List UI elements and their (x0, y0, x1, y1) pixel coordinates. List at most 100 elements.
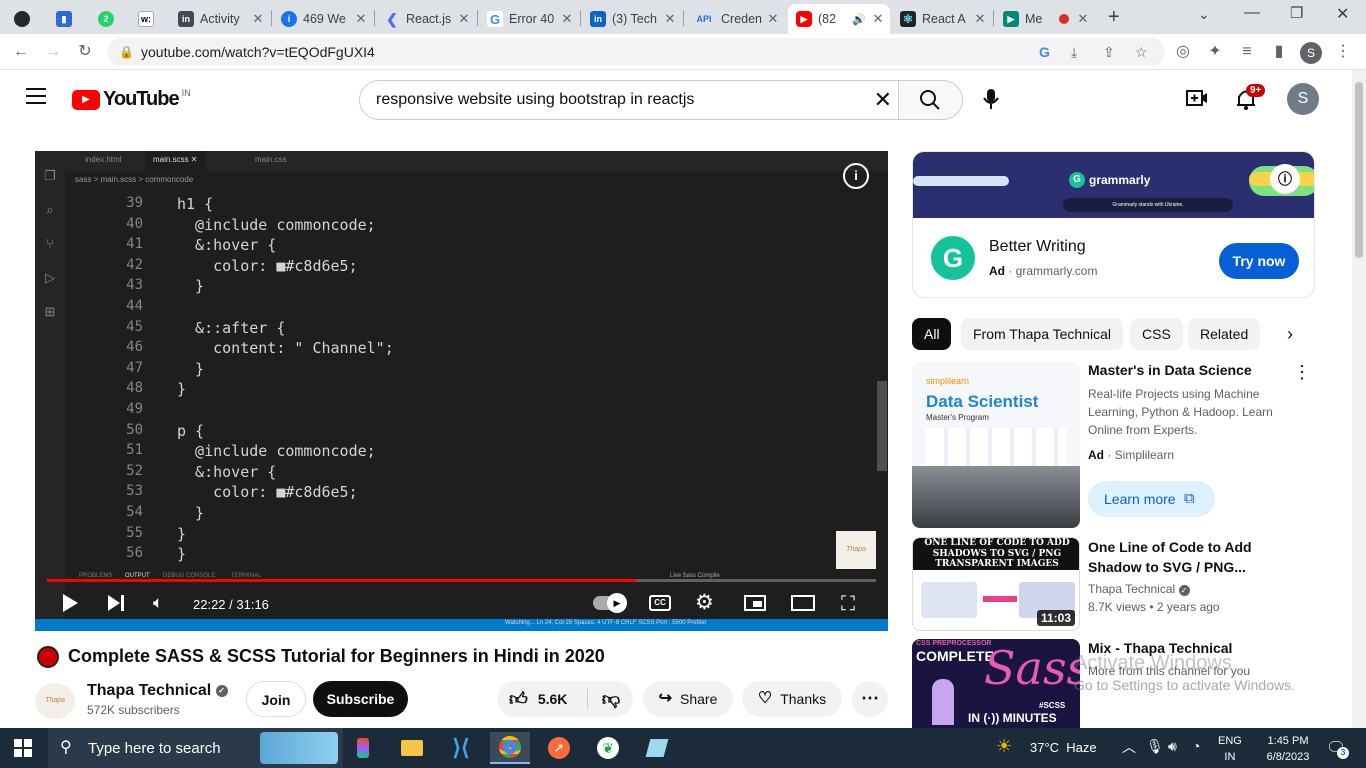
rec-more-icon[interactable]: ⋮ (1290, 362, 1314, 383)
close-icon[interactable]: ✕ (353, 11, 369, 27)
tab-bookmark[interactable]: ▮ (48, 4, 88, 34)
bookmark-star-icon[interactable]: ☆ (1135, 38, 1148, 66)
clock[interactable]: 1:45 PM 6/8/2023 (1258, 733, 1318, 765)
channel-avatar[interactable]: Thapa (35, 683, 75, 719)
tab-linkedin[interactable]: in (3) Tech ✕ (582, 4, 682, 34)
progress-bar[interactable] (47, 579, 876, 582)
tab-reactjs[interactable]: ❮ React.js ✕ (376, 4, 476, 34)
taskbar-app-chrome[interactable] (490, 732, 530, 764)
extensions-puzzle-icon[interactable]: ✦ (1204, 41, 1226, 63)
minimize-icon[interactable]: — (1244, 4, 1260, 22)
address-bar[interactable]: 🔒 youtube.com/watch?v=tEQOdFgUXI4 G ⤓ ⇪ … (107, 38, 1165, 66)
chip-from-channel[interactable]: From Thapa Technical (961, 318, 1123, 350)
youtube-logo[interactable]: ▶ YouTube IN (72, 88, 191, 111)
profile-avatar[interactable]: S (1300, 42, 1322, 64)
tab-search-icon[interactable]: ⌄ (1198, 6, 1210, 23)
rec-thumbnail-ad[interactable]: simplilearn Data Scientist Master's Prog… (912, 362, 1080, 528)
window-close-icon[interactable]: ✕ (1336, 4, 1349, 24)
autoplay-toggle[interactable]: ▶ (593, 593, 627, 613)
menu-kebab-icon[interactable]: ⋮ (1332, 41, 1354, 63)
ad-card[interactable]: G grammarly Grammarly stands with Ukrain… (912, 151, 1315, 298)
close-icon[interactable]: ✕ (972, 11, 988, 27)
tab-meet[interactable]: ▶ Me ✕ (995, 4, 1095, 34)
settings-gear-icon[interactable]: ⚙ (695, 590, 714, 615)
taskbar-app-figma[interactable] (343, 732, 383, 764)
chip-all[interactable]: All (912, 318, 951, 350)
share-button[interactable]: ↪ Share (643, 681, 733, 717)
tab-whatsapp[interactable]: 2 (90, 4, 130, 34)
voice-search-icon[interactable] (982, 88, 1000, 115)
chips-next-chevron-icon[interactable]: › (1276, 320, 1304, 348)
try-now-button[interactable]: Try now (1219, 243, 1299, 279)
close-icon[interactable]: ✕ (662, 11, 678, 27)
weather-icon[interactable]: ☀ (996, 736, 1012, 757)
subscribe-button[interactable]: Subscribe (313, 681, 408, 717)
create-video-icon[interactable] (1186, 89, 1208, 112)
weather-text[interactable]: 37°C Haze (1030, 740, 1097, 755)
microphone-icon[interactable]: 🎙︎ (1146, 738, 1164, 755)
rec-thumbnail-mix[interactable]: CSS PREPROCESSOR COMPLETE Sass #SCSS IN … (912, 639, 1080, 728)
restore-icon[interactable]: ❐ (1290, 4, 1303, 22)
miniplayer-icon[interactable] (744, 595, 766, 611)
close-icon[interactable]: ✕ (870, 11, 886, 27)
google-translate-icon[interactable]: G (1039, 38, 1050, 66)
tray-chevron-icon[interactable]: ︿ (1122, 737, 1136, 757)
video-player[interactable]: ❐ ⌕ ⑂ ▷ ⊞ index.html main.scss ✕ main.cs… (35, 151, 888, 631)
scrollbar-thumb[interactable] (1355, 82, 1363, 258)
tab-github[interactable] (6, 4, 46, 34)
rec-title[interactable]: Master's in Data Science (1088, 362, 1288, 378)
new-tab-icon[interactable]: + (1108, 6, 1120, 29)
close-icon[interactable]: ✕ (1075, 11, 1091, 27)
thanks-button[interactable]: ♡ Thanks (742, 681, 842, 717)
taskbar-app-other[interactable] (637, 732, 677, 764)
avatar[interactable]: S (1287, 83, 1319, 115)
search-button[interactable] (899, 80, 963, 120)
network-icon[interactable]: ◔ (1192, 738, 1200, 754)
search-input[interactable]: responsive website using bootstrap in re… (359, 80, 899, 120)
channel-name[interactable]: Thapa Technical ✓ (87, 682, 228, 700)
close-icon[interactable]: ✕ (456, 11, 472, 27)
tab-credentials[interactable]: API Creden ✕ (685, 4, 785, 34)
fullscreen-icon[interactable]: ⛶ (841, 593, 855, 616)
forward-icon[interactable]: → (42, 41, 64, 63)
chip-css[interactable]: CSS (1130, 318, 1183, 350)
share-icon[interactable]: ⇪ (1103, 38, 1115, 66)
channel-watermark-logo[interactable]: Thapa (836, 531, 876, 569)
taskbar-app-postman[interactable]: ➚ (539, 732, 579, 764)
tab-activity[interactable]: in Activity ✕ (170, 4, 270, 34)
subtitles-icon[interactable]: CC (649, 595, 671, 611)
windows-start-icon[interactable] (14, 739, 32, 762)
language-indicator[interactable]: ENG IN (1218, 733, 1242, 765)
media-control-icon[interactable]: ≡ (1236, 41, 1258, 63)
dislike-button[interactable]: 👎︎ (591, 681, 631, 717)
play-icon[interactable] (61, 593, 79, 618)
reload-icon[interactable]: ↻ (74, 41, 96, 63)
taskbar-search-box[interactable]: ⚲ Type here to search (48, 728, 343, 768)
close-icon[interactable]: ✕ (250, 11, 266, 27)
install-icon[interactable]: ⤓ (1071, 38, 1077, 66)
close-icon[interactable]: ✕ (559, 11, 575, 27)
tab-youtube-active[interactable]: ▶ (82 🔊 ✕ (788, 4, 890, 34)
extension-icon[interactable]: ◎ (1172, 41, 1194, 63)
volume-icon[interactable]: 🔈︎ (153, 593, 163, 613)
join-button[interactable]: Join (246, 681, 306, 717)
taskbar-app-explorer[interactable] (392, 732, 432, 764)
taskbar-app-mongodb[interactable]: ❦ (588, 732, 628, 764)
next-video-icon[interactable] (107, 594, 125, 617)
clear-search-icon[interactable]: ✕ (874, 81, 892, 119)
like-button[interactable]: 👍︎ 5.6K (497, 681, 587, 717)
rec-title[interactable]: One Line of Code to Add Shadow to SVG / … (1088, 537, 1298, 577)
rec-thumbnail[interactable]: ONE LINE OF CODE TO ADD SHADOWS TO SVG /… (912, 537, 1080, 631)
info-icon[interactable]: i (843, 163, 869, 189)
hamburger-menu-icon[interactable] (26, 88, 46, 104)
back-icon[interactable]: ← (10, 41, 32, 63)
page-scrollbar[interactable] (1352, 70, 1366, 728)
theater-mode-icon[interactable] (791, 595, 815, 611)
learn-more-button[interactable]: Learn more ⧉ (1088, 481, 1215, 517)
audio-playing-icon[interactable]: 🔊 (852, 13, 866, 26)
tab-469[interactable]: i 469 We ✕ (273, 4, 373, 34)
close-icon[interactable]: ✕ (765, 11, 781, 27)
tab-wikipedia[interactable]: w: (130, 4, 170, 34)
taskbar-app-vscode[interactable]: ⟩⟨ (441, 732, 481, 764)
ad-info-icon[interactable]: ⓘ (1270, 164, 1300, 194)
